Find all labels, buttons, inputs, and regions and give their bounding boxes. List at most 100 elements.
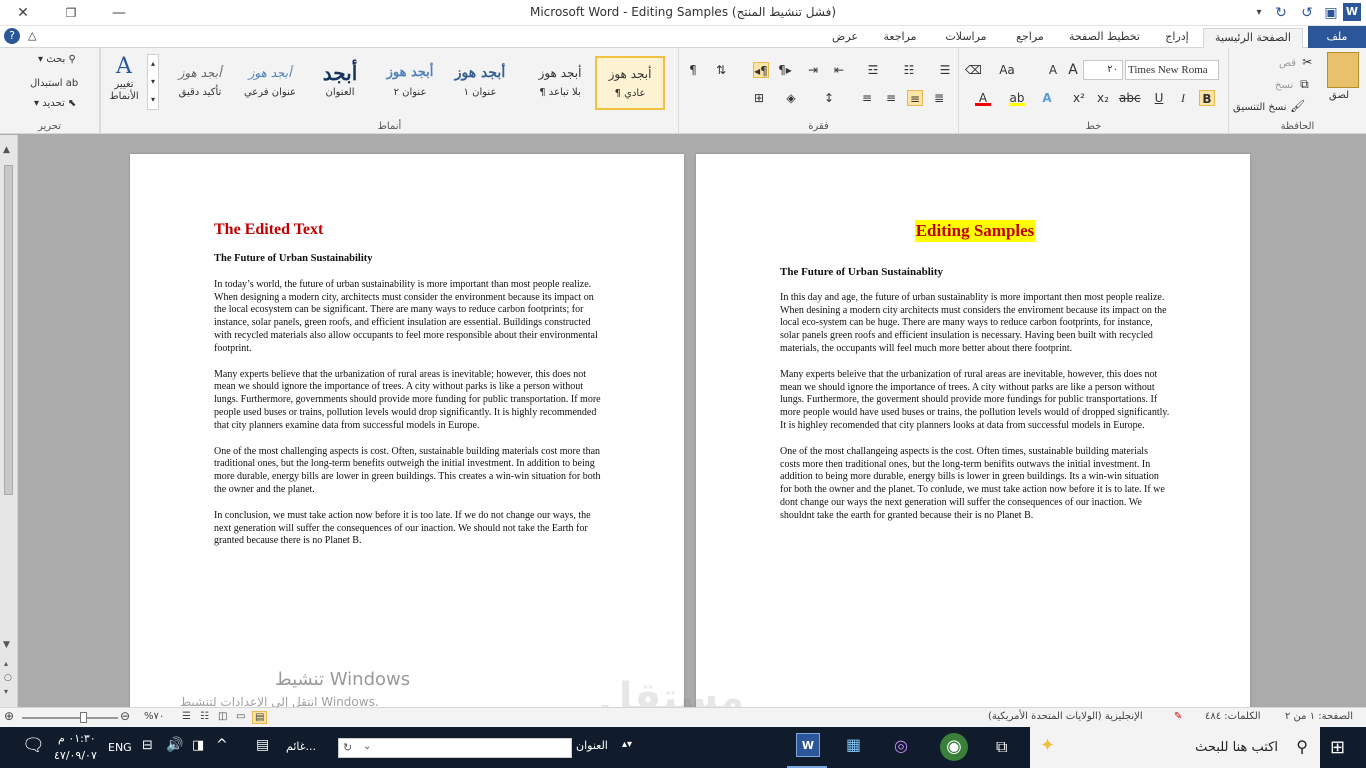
news-icon[interactable]: ▤ (256, 737, 269, 753)
show-hidden-icon[interactable]: ^ (216, 737, 228, 753)
font-size-box[interactable]: ٢٠ (1083, 60, 1123, 80)
borders-icon[interactable]: ⊞ (751, 90, 767, 106)
weather-label[interactable]: غائم... (286, 740, 316, 753)
word-count[interactable]: الكلمات: ٤٨٤ (1205, 711, 1261, 722)
undo-icon[interactable]: ↺ (1296, 3, 1318, 23)
control-panel-icon[interactable]: ▦ (846, 735, 861, 754)
cut-button[interactable]: قص ✂ (1279, 54, 1315, 70)
bold-icon[interactable]: B (1199, 90, 1215, 106)
numbering-icon[interactable]: ☷ (901, 62, 917, 78)
multilevel-list-icon[interactable]: ☲ (865, 62, 881, 78)
align-right-icon[interactable]: ≡ (907, 90, 923, 106)
style-normal[interactable]: أبجد هوز ¶ عادي (595, 56, 665, 110)
input-language[interactable]: ENG (108, 741, 132, 754)
taskbar-search-box[interactable]: ⚲ اكتب هنا للبحث ✦ (1030, 727, 1320, 768)
page-count[interactable]: الصفحة: ١ من ٢ (1285, 711, 1353, 722)
dropdown-icon[interactable]: ▾ (1248, 3, 1270, 23)
style-subtitle[interactable]: أبجد هوز عنوان فرعي (235, 56, 305, 110)
network-icon[interactable]: ⊟ (142, 738, 153, 753)
zoom-slider-thumb[interactable] (80, 712, 87, 723)
font-name-box[interactable]: Times New Roma (1125, 60, 1219, 80)
page-1[interactable]: The Edited Text The Future of Urban Sust… (130, 154, 684, 707)
superscript-icon[interactable]: x² (1071, 90, 1087, 106)
podcast-icon[interactable]: ◎ (894, 736, 908, 755)
clear-format-icon[interactable]: ⌫ (965, 62, 982, 78)
scroll-up-icon[interactable]: ▲ (3, 145, 10, 155)
tab-home[interactable]: الصفحة الرئيسية (1203, 28, 1303, 48)
browser-icon[interactable]: ◉ (940, 733, 968, 761)
subscript-icon[interactable]: x₂ (1095, 90, 1111, 106)
ltr-direction-icon[interactable]: ¶▸ (777, 62, 793, 78)
bullets-icon[interactable]: ☰ (937, 62, 953, 78)
align-center-icon[interactable]: ≡ (883, 90, 899, 106)
address-dropdown-icon[interactable]: ⌄ (363, 741, 371, 752)
change-case-icon[interactable]: Aa (999, 62, 1015, 78)
next-page-icon[interactable]: ▾ (4, 687, 8, 696)
view-outline-icon[interactable]: ☷ (200, 711, 209, 722)
style-title[interactable]: أبجد العنوان (305, 56, 375, 110)
scroll-down-icon[interactable]: ▼ (3, 640, 10, 650)
tab-review[interactable]: مراجعة (870, 28, 930, 48)
tab-page-layout[interactable]: تخطيط الصفحة (1062, 28, 1147, 48)
style-no-spacing[interactable]: أبجد هوز ¶ بلا تباعد (525, 56, 595, 110)
line-spacing-icon[interactable]: ↕ (821, 90, 837, 106)
style-heading2[interactable]: أبجد هوز عنوان ٢ (375, 56, 445, 110)
show-marks-icon[interactable]: ¶ (685, 62, 701, 78)
style-subtle-emphasis[interactable]: أبجد هوز تأكيد دقيق (165, 56, 235, 110)
decrease-indent-icon[interactable]: ⇤ (831, 62, 847, 78)
save-icon[interactable]: ▣ (1320, 3, 1342, 23)
address-input[interactable]: ↻ ⌄ (338, 738, 572, 758)
vertical-scrollbar[interactable]: ▲ ▼ ▴ ○ ▾ (0, 135, 18, 707)
browse-object-icon[interactable]: ○ (4, 673, 12, 683)
italic-icon[interactable]: I (1175, 90, 1191, 106)
justify-icon[interactable]: ≣ (931, 90, 947, 106)
increase-indent-icon[interactable]: ⇥ (805, 62, 821, 78)
format-painter-button[interactable]: نسخ التنسيق 🖌 (1233, 98, 1306, 114)
shading-icon[interactable]: ◈ (783, 90, 799, 106)
tab-insert[interactable]: إدراج (1152, 28, 1202, 48)
copy-button[interactable]: نسخ ⧉ (1275, 76, 1312, 92)
replace-button[interactable]: استبدال ab (30, 78, 78, 89)
zoom-out-icon[interactable]: ⊖ (120, 709, 130, 723)
paste-label[interactable]: لصق (1329, 90, 1349, 101)
language-status[interactable]: الإنجليزية (الولايات المتحدة الأمريكية) (988, 711, 1143, 722)
help-icon[interactable]: ? (4, 28, 20, 44)
ribbon-collapse-icon[interactable]: △ (28, 29, 36, 42)
zoom-slider[interactable] (22, 717, 118, 719)
paste-icon[interactable] (1327, 52, 1359, 88)
style-heading1[interactable]: أبجد هوز عنوان ١ (445, 56, 515, 110)
page-2[interactable]: Editing Samples The Future of Urban Sust… (696, 154, 1250, 707)
zoom-level[interactable]: %٧٠ (144, 711, 164, 722)
font-color-icon[interactable]: A (975, 90, 991, 106)
volume-icon[interactable]: 🔊 (166, 737, 183, 753)
shrink-font-icon[interactable]: A (1065, 62, 1081, 78)
tab-file[interactable]: ملف (1308, 26, 1366, 48)
view-reading-icon[interactable]: ▭ (236, 711, 245, 722)
text-effects-icon[interactable]: A (1039, 90, 1055, 106)
align-left-icon[interactable]: ≡ (859, 90, 875, 106)
find-button[interactable]: ▾ بحث ⚲ (38, 54, 76, 65)
camera-icon[interactable]: ◨ (192, 738, 204, 753)
grow-font-icon[interactable]: A (1045, 62, 1061, 78)
tab-references[interactable]: مراجع (1005, 28, 1055, 48)
word-taskbar-icon[interactable]: W (796, 733, 820, 757)
scroll-thumb[interactable] (4, 165, 13, 495)
sort-icon[interactable]: ⇅ (713, 62, 729, 78)
refresh-icon[interactable]: ↻ (343, 741, 352, 754)
redo-icon[interactable]: ↻ (1270, 3, 1292, 23)
toolbar-scroll-icon[interactable]: ▴▾ (622, 739, 632, 750)
prev-page-icon[interactable]: ▴ (4, 659, 8, 668)
task-view-icon[interactable]: ⧉ (996, 737, 1007, 757)
rtl-direction-icon[interactable]: ◂¶ (753, 62, 769, 78)
highlight-icon[interactable]: ab (1009, 90, 1025, 106)
change-styles-button[interactable]: A تغيير الأنماط (105, 54, 143, 103)
zoom-in-icon[interactable]: ⊕ (4, 709, 14, 723)
clock-time[interactable]: ٠١:٣٠ م (58, 732, 96, 745)
start-icon[interactable]: ⊞ (1330, 737, 1345, 758)
styles-scroll[interactable]: ▴ ▾ ▾ (147, 54, 159, 110)
view-print-icon[interactable]: ▤ (252, 711, 268, 724)
clock-date[interactable]: ٤٧/٠٩/٠٧ (54, 749, 97, 762)
underline-icon[interactable]: U (1151, 90, 1167, 106)
view-web-icon[interactable]: ◫ (218, 711, 227, 722)
proofing-icon[interactable]: ✎ (1174, 711, 1182, 722)
